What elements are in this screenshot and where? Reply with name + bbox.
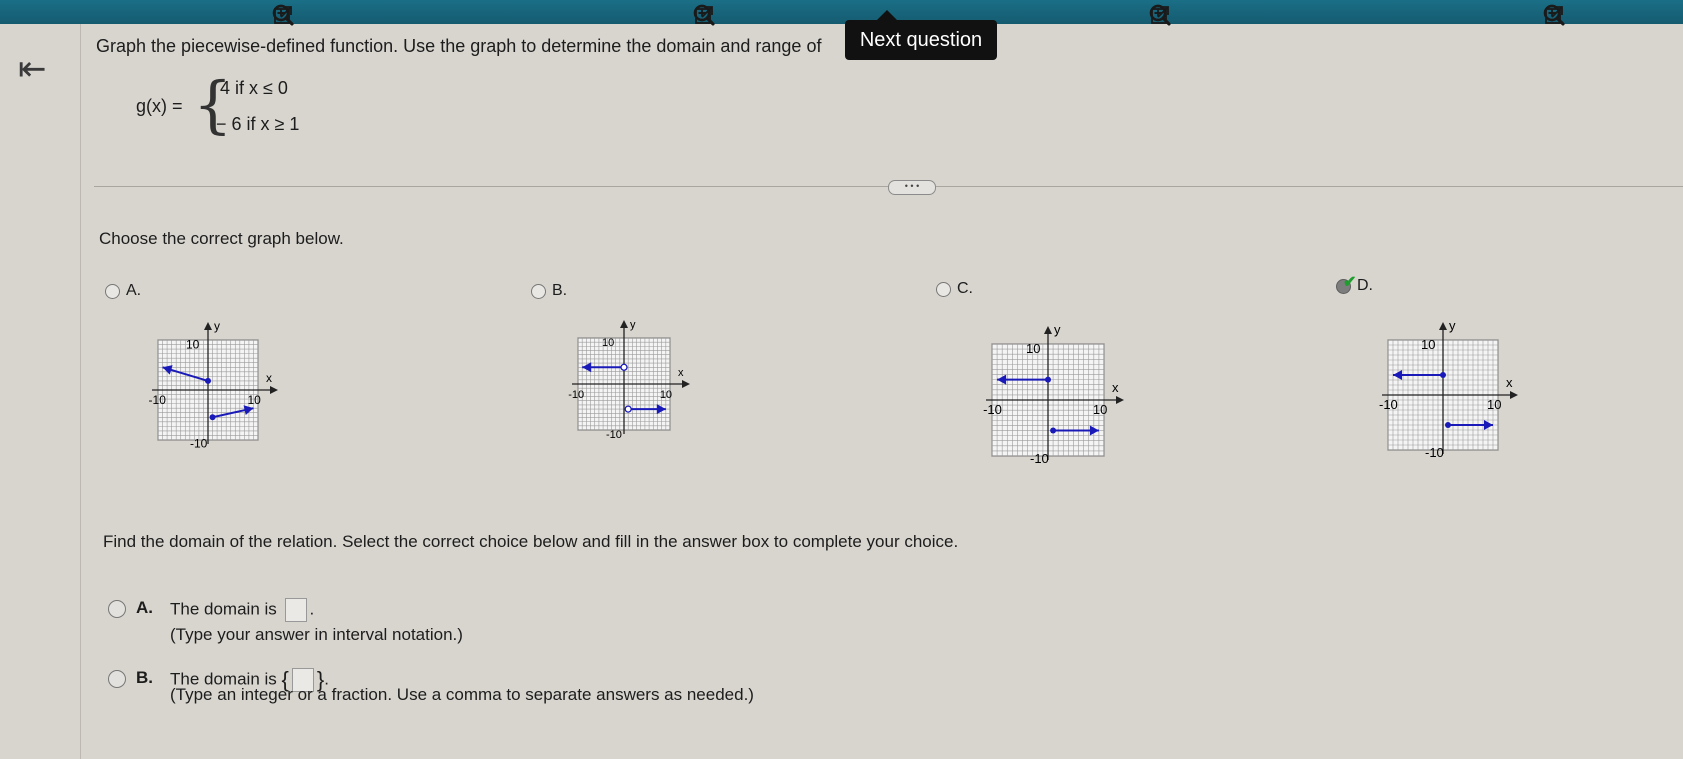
y-tick-label-10: 10 xyxy=(602,337,614,349)
popout-icon[interactable] xyxy=(1539,0,1569,30)
y-axis-label: y xyxy=(630,319,636,331)
answer-a-text: The domain is . xyxy=(170,598,314,622)
answer-b-radio[interactable] xyxy=(108,670,126,688)
option-d[interactable]: ✔ D. xyxy=(1336,274,1373,295)
answer-a-before: The domain is xyxy=(170,599,277,619)
open-endpoint xyxy=(620,363,628,371)
collapse-left-icon[interactable]: ⇤ xyxy=(18,52,47,86)
answer-a-hint: (Type your answer in interval notation.) xyxy=(170,625,463,644)
answer-a-letter: A. xyxy=(136,598,153,617)
y-axis-arrow xyxy=(1044,326,1052,334)
more-button[interactable]: • • • xyxy=(888,180,936,195)
function-name: g(x) = xyxy=(136,96,183,116)
option-a[interactable]: A. xyxy=(105,282,141,300)
option-d-letter: D. xyxy=(1357,277,1373,294)
option-a-radio[interactable] xyxy=(105,283,120,299)
function-case-2: − 6 if x ≥ 1 xyxy=(216,114,300,134)
answer-a-after: . xyxy=(309,599,315,619)
x-tick-label-10: 10 xyxy=(660,389,672,401)
graph-option-a: y x 10 -10 -10 10 xyxy=(134,316,282,464)
popout-icon[interactable] xyxy=(1145,0,1175,30)
answer-b-hint: (Type an integer or a fraction. Use a co… xyxy=(170,685,754,704)
x-tick-label-10: 10 xyxy=(1487,397,1501,412)
domain-question: Find the domain of the relation. Select … xyxy=(103,532,959,551)
top-bar xyxy=(0,0,1683,24)
option-c[interactable]: C. xyxy=(936,280,973,298)
x-tick-label-10: 10 xyxy=(1093,402,1107,417)
x-axis-label: x xyxy=(1506,375,1513,390)
option-b-letter: B. xyxy=(552,282,568,299)
option-d-radio[interactable]: ✔ xyxy=(1336,274,1356,294)
y-axis-arrow xyxy=(204,322,212,330)
y-tick-label-neg10: -10 xyxy=(1425,445,1444,460)
closed-endpoint xyxy=(205,377,211,384)
popout-icon[interactable] xyxy=(268,0,298,30)
y-tick-label-10: 10 xyxy=(186,338,200,352)
y-tick-label-neg10: -10 xyxy=(1030,451,1049,466)
x-tick-label-neg10: -10 xyxy=(983,402,1002,417)
answer-a-input[interactable] xyxy=(284,598,307,622)
open-endpoint xyxy=(624,405,632,413)
option-c-letter: C. xyxy=(957,280,973,297)
y-axis-arrow xyxy=(620,320,628,328)
answer-a-radio[interactable] xyxy=(108,600,126,618)
option-b[interactable]: B. xyxy=(531,282,567,300)
x-axis-arrow xyxy=(270,386,278,394)
closed-endpoint xyxy=(1045,376,1051,383)
graph-svg: y x 10 -10 -10 10 xyxy=(149,319,278,450)
graph-svg: y x 10 -10 -10 10 xyxy=(1379,318,1518,460)
graph-svg: y x 10 -10 -10 10 xyxy=(568,319,690,441)
closed-endpoint xyxy=(1445,422,1451,428)
correct-check-icon: ✔ xyxy=(1343,273,1357,291)
x-axis-label: x xyxy=(1112,380,1119,395)
x-tick-label-neg10: -10 xyxy=(1379,397,1398,412)
question-prompt: Graph the piecewise-defined function. Us… xyxy=(96,36,822,56)
closed-endpoint xyxy=(1050,427,1057,434)
x-tick-label-10: 10 xyxy=(247,393,261,407)
graph-option-b: y x 10 -10 -10 10 xyxy=(554,314,694,454)
y-tick-label-neg10: -10 xyxy=(190,436,208,450)
y-tick-label-neg10: -10 xyxy=(606,429,622,441)
graph-option-c: y x 10 -10 -10 10 xyxy=(968,320,1128,480)
closed-endpoint xyxy=(1440,372,1446,378)
y-axis-label: y xyxy=(1449,318,1456,333)
option-c-radio[interactable] xyxy=(936,281,951,297)
x-axis-label: x xyxy=(678,367,684,379)
y-axis-arrow xyxy=(1439,322,1447,330)
option-a-letter: A. xyxy=(126,282,142,299)
graph-option-d: y x 10 -10 -10 10 xyxy=(1364,316,1522,474)
next-question-tooltip: Next question xyxy=(845,10,997,60)
y-tick-label-10: 10 xyxy=(1026,341,1040,356)
function-case-1: 4 if x ≤ 0 xyxy=(220,78,288,98)
x-axis-label: x xyxy=(266,371,272,385)
choose-graph-instruction: Choose the correct graph below. xyxy=(99,229,344,248)
y-tick-label-10: 10 xyxy=(1421,337,1435,352)
x-tick-label-neg10: -10 xyxy=(149,393,167,407)
graph-svg: y x 10 -10 -10 10 xyxy=(983,322,1124,466)
x-tick-label-neg10: -10 xyxy=(568,389,584,401)
y-axis-label: y xyxy=(1054,322,1061,337)
popout-icon[interactable] xyxy=(689,0,719,30)
option-b-radio[interactable] xyxy=(531,283,546,299)
closed-endpoint xyxy=(209,414,216,421)
y-axis-label: y xyxy=(214,319,220,333)
x-axis-arrow xyxy=(1116,396,1124,404)
x-axis-arrow xyxy=(1510,391,1518,399)
answer-b-letter: B. xyxy=(136,668,153,687)
left-rail xyxy=(0,24,81,759)
x-axis-arrow xyxy=(682,380,690,388)
